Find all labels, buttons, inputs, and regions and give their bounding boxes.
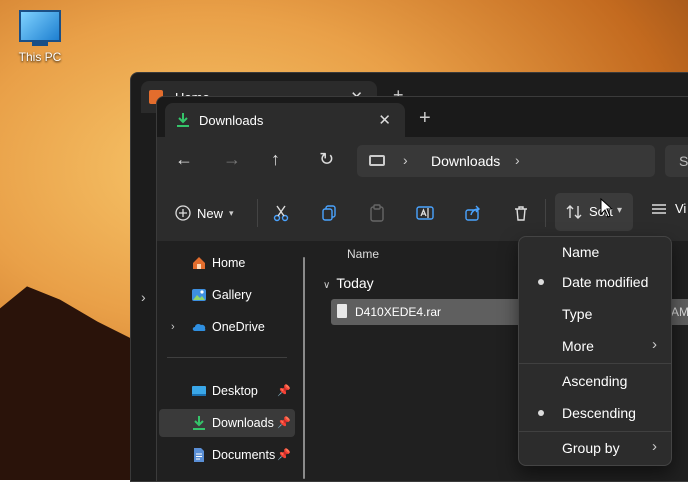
- document-icon: [194, 448, 204, 462]
- sort-button[interactable]: Sort ▾: [555, 193, 633, 231]
- new-button-label: New: [197, 205, 224, 221]
- mouse-cursor-icon: [600, 198, 614, 218]
- navigation-bar: ← → ↑ ↻ › Downloads › S: [157, 137, 688, 185]
- search-input[interactable]: S: [665, 145, 688, 177]
- sort-menu-item-ascending[interactable]: Ascending: [523, 366, 667, 396]
- new-button[interactable]: New ▾: [175, 201, 234, 225]
- tab-bar: Downloads ✕ +: [157, 97, 688, 137]
- sidebar-item-label: Desktop: [212, 384, 258, 398]
- gallery-icon: [192, 289, 206, 301]
- sidebar-item-downloads[interactable]: Downloads 📌: [159, 409, 295, 437]
- share-icon[interactable]: [461, 201, 485, 225]
- this-pc-icon-stand: [32, 42, 48, 46]
- group-label: Today: [336, 275, 374, 291]
- view-button[interactable]: Vi: [651, 201, 686, 216]
- sidebar-item-label: OneDrive: [212, 320, 265, 334]
- new-tab-button[interactable]: +: [419, 107, 431, 130]
- sidebar-item-label: Home: [212, 256, 246, 270]
- view-button-label: Vi: [675, 201, 687, 216]
- menu-item-label: Descending: [562, 405, 636, 421]
- pin-icon[interactable]: 📌: [277, 448, 291, 461]
- sidebar-item-label: Gallery: [212, 288, 252, 302]
- chevron-down-icon: ▾: [229, 207, 234, 218]
- menu-item-label: Group by: [562, 440, 620, 456]
- archive-file-icon: [337, 304, 347, 318]
- plus-circle-icon: [175, 205, 191, 221]
- sidebar-scrollbar[interactable]: [303, 257, 305, 479]
- selected-dot-icon: [538, 410, 544, 416]
- menu-item-label: Date modified: [562, 274, 649, 290]
- copy-icon[interactable]: [317, 201, 341, 225]
- this-pc-icon: [369, 155, 385, 166]
- chevron-down-icon: ∨: [323, 280, 331, 291]
- sort-arrows-icon: [566, 205, 582, 219]
- download-icon: [177, 113, 189, 127]
- menu-divider: [519, 363, 671, 364]
- breadcrumb-separator[interactable]: ›: [515, 152, 520, 168]
- back-arrow-icon[interactable]: ←: [175, 149, 193, 170]
- column-header-name[interactable]: Name: [347, 247, 379, 261]
- pin-icon[interactable]: 📌: [277, 384, 291, 397]
- selected-dot-icon: [538, 279, 544, 285]
- up-arrow-icon[interactable]: ↑: [271, 149, 280, 170]
- chevron-right-icon[interactable]: ›: [141, 289, 146, 305]
- desktop-icon-this-pc[interactable]: This PC: [14, 10, 66, 64]
- sidebar-item-gallery[interactable]: Gallery: [159, 281, 295, 309]
- menu-divider: [519, 431, 671, 432]
- this-pc-icon: [19, 10, 61, 42]
- sidebar-item-onedrive[interactable]: › OneDrive: [159, 313, 295, 341]
- sidebar-item-home[interactable]: Home: [159, 249, 295, 277]
- rename-icon[interactable]: [413, 201, 437, 225]
- group-header-today[interactable]: ∨ Today: [323, 275, 374, 291]
- toolbar-divider: [257, 199, 258, 227]
- sort-menu-item-date-modified[interactable]: Date modified: [523, 267, 667, 297]
- refresh-icon[interactable]: ↻: [319, 149, 334, 170]
- menu-item-label: Ascending: [562, 373, 628, 389]
- sort-menu: Name Date modified Type More › Ascending…: [518, 236, 672, 466]
- cut-icon[interactable]: [269, 201, 293, 225]
- search-placeholder: S: [679, 153, 688, 169]
- chevron-right-icon[interactable]: ›: [171, 321, 175, 333]
- cloud-icon: [192, 323, 206, 331]
- file-name: D410XEDE4.rar: [355, 305, 442, 319]
- sort-menu-item-group-by[interactable]: Group by ›: [523, 433, 667, 463]
- download-icon: [193, 416, 205, 430]
- navigation-pane: Home Gallery › OneDrive Desktop 📌 Downlo…: [157, 241, 316, 481]
- sort-menu-item-name[interactable]: Name: [523, 237, 667, 267]
- pin-icon[interactable]: 📌: [277, 416, 291, 429]
- sort-menu-item-type[interactable]: Type: [523, 299, 667, 329]
- forward-arrow-icon[interactable]: →: [223, 149, 241, 170]
- sidebar-item-label: Downloads: [212, 416, 274, 430]
- paste-icon[interactable]: [365, 201, 389, 225]
- sort-menu-item-more[interactable]: More ›: [523, 331, 667, 361]
- chevron-right-icon: ›: [652, 438, 657, 455]
- menu-item-label: Name: [562, 244, 600, 260]
- menu-item-label: More: [562, 338, 594, 354]
- sidebar-item-documents[interactable]: Documents 📌: [159, 441, 295, 469]
- view-list-icon: [652, 203, 666, 214]
- tab-downloads[interactable]: Downloads ✕: [165, 103, 405, 137]
- sort-menu-item-descending[interactable]: Descending: [523, 398, 667, 428]
- chevron-right-icon: ›: [652, 336, 657, 353]
- delete-icon[interactable]: [509, 201, 533, 225]
- desktop-folder-icon: [192, 386, 206, 396]
- address-bar[interactable]: › Downloads ›: [357, 145, 655, 177]
- sidebar-item-label: Documents: [212, 448, 276, 462]
- breadcrumb-separator[interactable]: ›: [403, 152, 408, 168]
- tab-title: Downloads: [199, 113, 264, 128]
- chevron-down-icon: ▾: [617, 205, 623, 216]
- close-icon[interactable]: ✕: [378, 111, 391, 129]
- desktop-icon-label: This PC: [18, 50, 62, 64]
- toolbar-divider: [545, 199, 546, 227]
- menu-item-label: Type: [562, 306, 593, 322]
- breadcrumb-downloads[interactable]: Downloads: [431, 153, 500, 169]
- home-icon: [193, 257, 205, 269]
- sidebar-item-desktop[interactable]: Desktop 📌: [159, 377, 295, 405]
- sidebar-divider: [167, 357, 287, 358]
- file-date-modified: AM: [671, 305, 688, 319]
